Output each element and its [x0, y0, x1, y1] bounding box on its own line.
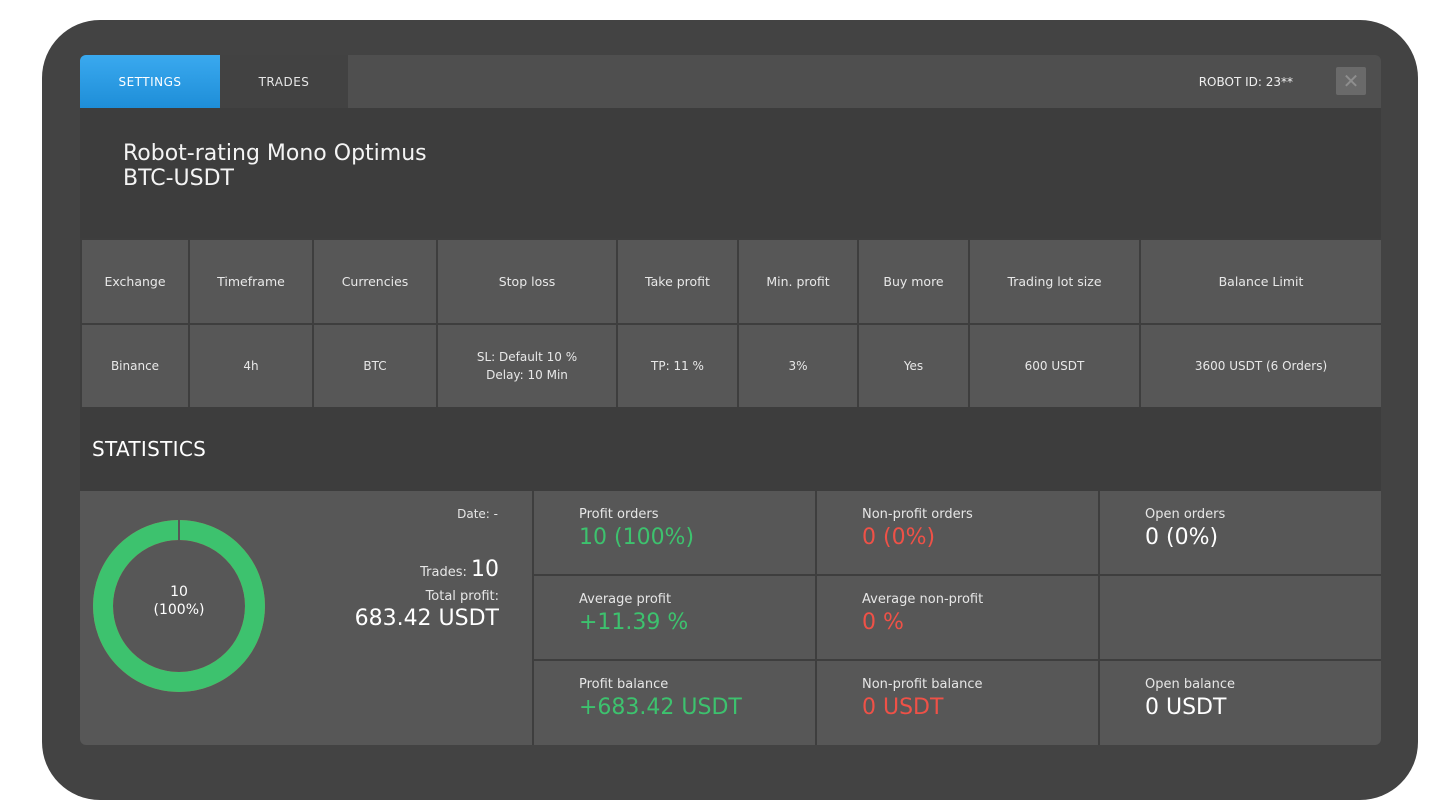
close-icon: ✕ — [1342, 69, 1360, 93]
header-stop-loss: Stop loss — [436, 238, 618, 325]
stat-label: Open balance — [1145, 677, 1236, 692]
donut-value: 10 — [170, 584, 188, 600]
statistics-title: STATISTICS — [92, 437, 207, 461]
robot-pair: BTC-USDT — [123, 166, 234, 191]
robot-id-label: ROBOT ID: 23** — [1198, 74, 1293, 89]
value-balance-limit: 3600 USDT (6 Orders) — [1139, 323, 1381, 409]
value-currencies: BTC — [312, 323, 438, 409]
stat-label: Average profit — [579, 592, 672, 607]
robot-name: Robot-rating Mono Optimus — [123, 141, 427, 166]
robot-panel: SETTINGS TRADES ROBOT ID: 23** ✕ Robot-r… — [80, 55, 1381, 745]
total-profit-label: Total profit: — [425, 589, 499, 604]
header-min-profit: Min. profit — [737, 238, 859, 325]
value-min-profit: 3% — [737, 323, 859, 409]
stat-profit-balance: Profit balance +683.42 USDT — [534, 661, 815, 745]
stat-average-non-profit: Average non-profit 0 % — [817, 576, 1098, 659]
stats-trades: Trades: 10 — [420, 557, 499, 582]
stat-label: Profit balance — [579, 677, 669, 692]
stat-value: 0 USDT — [1145, 695, 1227, 720]
value-stop-loss: SL: Default 10 % Delay: 10 Min — [436, 323, 618, 409]
stats-date: Date: - — [457, 507, 498, 521]
stat-value: 10 (100%) — [579, 525, 695, 550]
header-trading-lot-size: Trading lot size — [968, 238, 1141, 325]
value-exchange: Binance — [80, 323, 190, 409]
header-take-profit: Take profit — [616, 238, 739, 325]
stat-value: +11.39 % — [579, 610, 689, 635]
header-timeframe: Timeframe — [188, 238, 314, 325]
total-profit-value: 683.42 USDT — [354, 606, 499, 631]
value-take-profit: TP: 11 % — [616, 323, 739, 409]
stat-label: Average non-profit — [862, 592, 984, 607]
stat-label: Profit orders — [579, 507, 659, 522]
settings-header-row: Exchange Timeframe Currencies Stop loss … — [80, 238, 1381, 325]
robot-header: Robot-rating Mono Optimus BTC-USDT — [80, 108, 1381, 238]
stat-label: Non-profit orders — [862, 507, 973, 522]
stat-empty-cell — [1100, 576, 1381, 659]
settings-value-row: Binance 4h BTC SL: Default 10 % Delay: 1… — [80, 323, 1381, 409]
tab-trades[interactable]: TRADES — [220, 55, 348, 108]
trades-label: Trades: — [420, 565, 467, 580]
settings-table: Exchange Timeframe Currencies Stop loss … — [80, 238, 1381, 409]
stat-label: Non-profit balance — [862, 677, 983, 692]
stat-average-profit: Average profit +11.39 % — [534, 576, 815, 659]
stat-open-orders: Open orders 0 (0%) — [1100, 491, 1381, 574]
tab-bar: SETTINGS TRADES ROBOT ID: 23** ✕ — [80, 55, 1381, 108]
stop-loss-default: SL: Default 10 % — [476, 350, 578, 364]
stat-profit-orders: Profit orders 10 (100%) — [534, 491, 815, 574]
header-exchange: Exchange — [80, 238, 190, 325]
header-buy-more: Buy more — [857, 238, 970, 325]
value-buy-more: Yes — [857, 323, 970, 409]
stop-loss-delay: Delay: 10 Min — [486, 368, 568, 382]
stat-value: 0 USDT — [862, 695, 944, 720]
stat-non-profit-balance: Non-profit balance 0 USDT — [817, 661, 1098, 745]
stat-label: Open orders — [1145, 507, 1226, 522]
value-timeframe: 4h — [188, 323, 314, 409]
tab-settings[interactable]: SETTINGS — [80, 55, 220, 108]
donut-percent: (100%) — [153, 602, 205, 618]
trades-value: 10 — [471, 557, 499, 582]
value-trading-lot-size: 600 USDT — [968, 323, 1141, 409]
stat-value: +683.42 USDT — [579, 695, 742, 720]
stat-value: 0 (0%) — [1145, 525, 1219, 550]
stat-value: 0 (0%) — [862, 525, 936, 550]
header-currencies: Currencies — [312, 238, 438, 325]
stat-value: 0 % — [862, 610, 904, 635]
stat-open-balance: Open balance 0 USDT — [1100, 661, 1381, 745]
stat-non-profit-orders: Non-profit orders 0 (0%) — [817, 491, 1098, 574]
statistics-header: STATISTICS — [80, 407, 1381, 491]
statistics-summary: 10 (100%) Date: - Trades: 10 Total profi… — [80, 491, 532, 745]
header-balance-limit: Balance Limit — [1139, 238, 1381, 325]
close-button[interactable]: ✕ — [1336, 67, 1366, 95]
